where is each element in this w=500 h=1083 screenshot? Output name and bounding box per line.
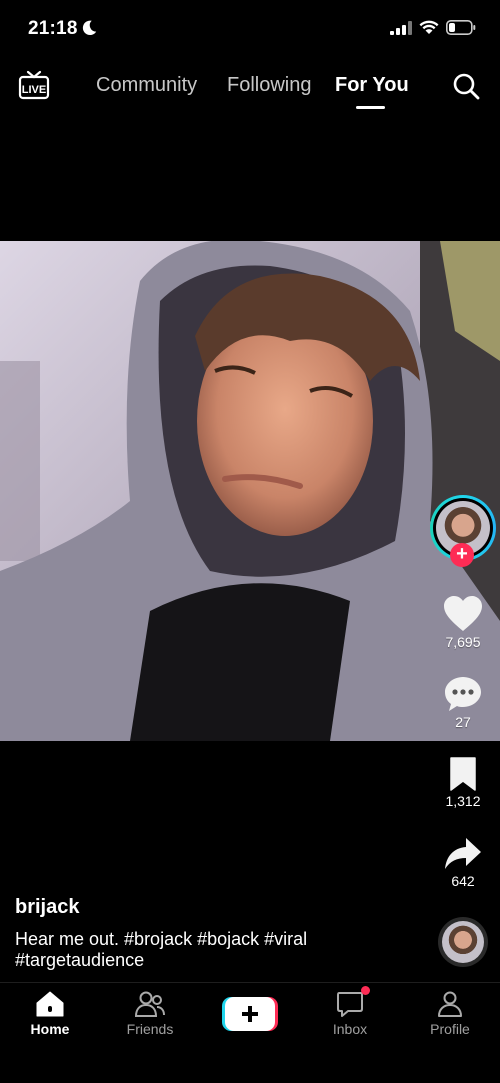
comment-button[interactable]: 27 <box>426 676 500 730</box>
video-frame-illustration <box>0 241 500 741</box>
nav-friends[interactable]: Friends <box>100 991 200 1037</box>
tab-community[interactable]: Community <box>96 74 197 97</box>
active-tab-indicator <box>356 106 385 109</box>
bottom-nav: Home Friends Inbox Profile <box>0 982 500 1083</box>
search-icon[interactable] <box>452 72 480 100</box>
friends-icon <box>135 991 165 1017</box>
like-button[interactable]: 7,695 <box>426 596 500 650</box>
sound-disc[interactable] <box>438 917 488 967</box>
live-label: LIVE <box>22 84 46 96</box>
wifi-icon <box>419 20 439 34</box>
signal-icon <box>390 20 412 35</box>
nav-inbox-label: Inbox <box>332 1021 368 1037</box>
tab-for-you[interactable]: For You <box>335 74 409 97</box>
bookmark-button[interactable]: 1,312 <box>426 757 500 809</box>
like-count: 7,695 <box>445 634 481 650</box>
nav-profile[interactable]: Profile <box>400 991 500 1037</box>
share-icon <box>445 838 481 869</box>
bookmark-count: 1,312 <box>445 793 481 809</box>
nav-friends-label: Friends <box>126 1021 174 1037</box>
top-nav: LIVE Community Following For You <box>0 62 500 112</box>
battery-icon <box>446 20 476 35</box>
heart-icon <box>444 596 482 631</box>
status-bar: 21:18 <box>0 0 500 60</box>
video-player[interactable] <box>0 241 500 741</box>
bookmark-icon <box>450 757 476 791</box>
share-button[interactable]: 642 <box>426 837 500 889</box>
status-indicators <box>390 20 476 35</box>
post-username[interactable]: brijack <box>15 896 415 919</box>
status-time: 21:18 <box>28 18 78 39</box>
post-caption: brijack Hear me out. #brojack #bojack #v… <box>15 896 415 971</box>
profile-icon <box>438 991 462 1017</box>
inbox-notification-dot <box>361 986 370 995</box>
share-count: 642 <box>451 873 475 889</box>
home-icon <box>36 991 64 1017</box>
post-description: Hear me out. #brojack #bojack #viral #ta… <box>15 929 308 970</box>
nav-inbox[interactable]: Inbox <box>300 991 400 1037</box>
live-icon[interactable]: LIVE <box>18 70 50 100</box>
tab-following[interactable]: Following <box>227 74 311 97</box>
nav-profile-label: Profile <box>430 1021 470 1037</box>
nav-home-label: Home <box>30 1021 70 1037</box>
inbox-icon <box>337 992 363 1017</box>
nav-home[interactable]: Home <box>0 991 100 1037</box>
moon-icon <box>82 20 97 36</box>
create-icon[interactable] <box>222 997 278 1031</box>
comment-icon <box>445 677 481 711</box>
comment-count: 27 <box>455 714 471 730</box>
follow-button[interactable]: + <box>450 543 474 567</box>
